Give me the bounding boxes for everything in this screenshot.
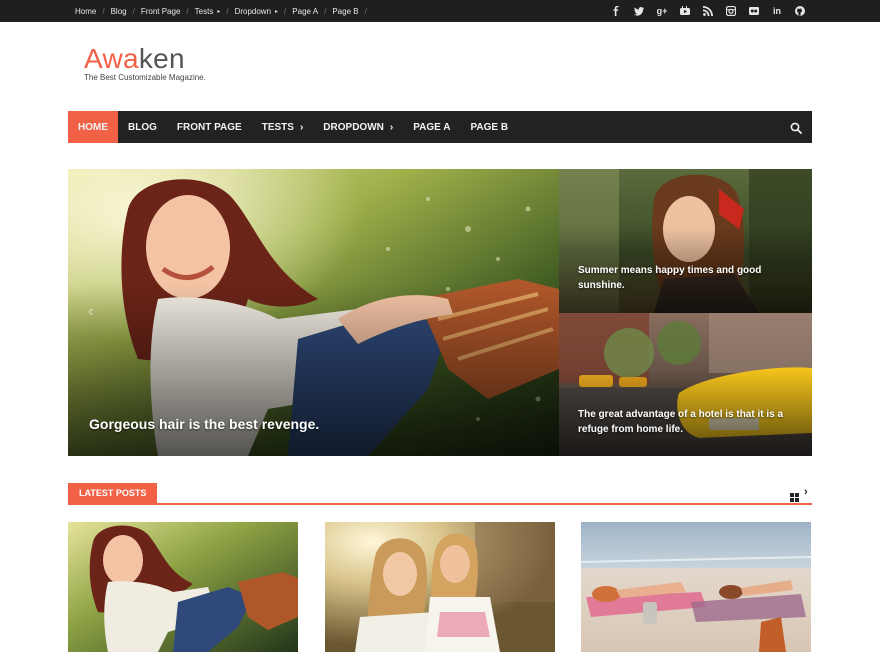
google-plus-icon[interactable]: g+ (656, 6, 668, 16)
separator: / (284, 6, 287, 16)
site-logo[interactable]: Awaken (84, 44, 185, 74)
top-nav-label: Blog (110, 6, 127, 16)
top-nav-label: Page B (332, 6, 359, 16)
twitter-icon[interactable] (633, 6, 645, 16)
rss-icon[interactable] (702, 6, 714, 16)
chevron-right-icon[interactable]: › (804, 486, 808, 498)
featured-side-post[interactable]: Summer means happy times and good sunshi… (559, 169, 812, 313)
linkedin-icon[interactable]: in (771, 6, 783, 16)
logo-rest-text: ken (138, 43, 185, 74)
section-divider (68, 503, 812, 505)
top-nav-tests[interactable]: Tests ▸ (195, 7, 221, 16)
featured-main-caption[interactable]: Gorgeous hair is the best revenge. (89, 416, 319, 432)
featured-side-post[interactable]: The great advantage of a hotel is that i… (559, 313, 812, 456)
separator: / (132, 6, 135, 16)
main-nav: HOME BLOG FRONT PAGE TESTS › DROPDOWN › PA… (68, 111, 812, 143)
top-nav-label: Dropdown (234, 6, 272, 16)
nav-item-page-b[interactable]: PAGE B (460, 111, 518, 143)
social-links: g+ in (599, 0, 806, 22)
instagram-icon[interactable] (725, 6, 737, 16)
nav-item-blog[interactable]: BLOG (118, 111, 167, 143)
top-nav-page-b[interactable]: Page B (332, 7, 358, 16)
featured-side-caption[interactable]: Summer means happy times and good sunshi… (578, 263, 798, 293)
slider-prev-icon[interactable]: ‹ (88, 303, 93, 321)
logo-accent-text: Awa (84, 43, 139, 74)
flickr-icon[interactable] (748, 6, 760, 16)
featured-slider: ‹ Gorgeous hair is the best revenge. Sum… (68, 169, 812, 456)
top-nav: Home / Blog / Front Page / Tests ▸ / Drop… (75, 0, 373, 22)
top-bar: Home / Blog / Front Page / Tests ▸ / Drop… (0, 0, 880, 22)
separator: / (364, 6, 367, 16)
featured-side-caption[interactable]: The great advantage of a hotel is that i… (578, 407, 798, 437)
top-nav-label: Front Page (140, 6, 181, 16)
separator: / (324, 6, 327, 16)
top-nav-label: Tests (194, 6, 214, 16)
top-nav-blog[interactable]: Blog (111, 7, 127, 16)
top-nav-dropdown[interactable]: Dropdown ▸ (235, 7, 278, 16)
caret-right-icon: ▸ (217, 8, 221, 15)
nav-label: FRONT PAGE (176, 121, 242, 133)
site-tagline: The Best Customizable Magazine. (84, 73, 206, 82)
youtube-icon[interactable] (679, 6, 691, 16)
separator: / (186, 6, 189, 16)
github-icon[interactable] (794, 6, 806, 16)
top-nav-front-page[interactable]: Front Page (141, 7, 181, 16)
post-image (325, 522, 555, 652)
top-nav-home[interactable]: Home (75, 7, 96, 16)
caret-right-icon: ▸ (275, 8, 279, 15)
post-thumbnail[interactable] (581, 522, 811, 652)
nav-label: HOME (78, 121, 108, 133)
nav-item-dropdown[interactable]: DROPDOWN › (313, 111, 403, 143)
nav-item-front-page[interactable]: FRONT PAGE (167, 111, 252, 143)
separator: / (102, 6, 105, 16)
nav-label: DROPDOWN (323, 121, 384, 133)
nav-item-tests[interactable]: TESTS › (252, 111, 314, 143)
nav-label: PAGE B (470, 121, 509, 133)
chevron-right-icon: › (389, 121, 394, 133)
nav-label: BLOG (128, 121, 157, 133)
post-thumbnail[interactable] (325, 522, 555, 652)
nav-label: PAGE A (413, 121, 451, 133)
post-thumbnail[interactable] (68, 522, 298, 652)
nav-label: TESTS (261, 121, 294, 133)
grid-icon[interactable] (790, 489, 799, 502)
nav-item-home[interactable]: HOME (68, 111, 118, 143)
nav-item-page-a[interactable]: PAGE A (403, 111, 460, 143)
post-image (68, 522, 298, 652)
top-nav-page-a[interactable]: Page A (292, 7, 318, 16)
facebook-icon[interactable] (610, 6, 622, 16)
latest-posts-title: LATEST POSTS (68, 483, 158, 503)
post-image (581, 522, 811, 652)
search-icon[interactable] (790, 121, 802, 134)
top-nav-label: Home (75, 6, 97, 16)
featured-main-post[interactable]: ‹ Gorgeous hair is the best revenge. (68, 169, 559, 456)
separator: / (226, 6, 229, 16)
chevron-right-icon: › (299, 121, 304, 133)
top-nav-label: Page A (292, 6, 319, 16)
